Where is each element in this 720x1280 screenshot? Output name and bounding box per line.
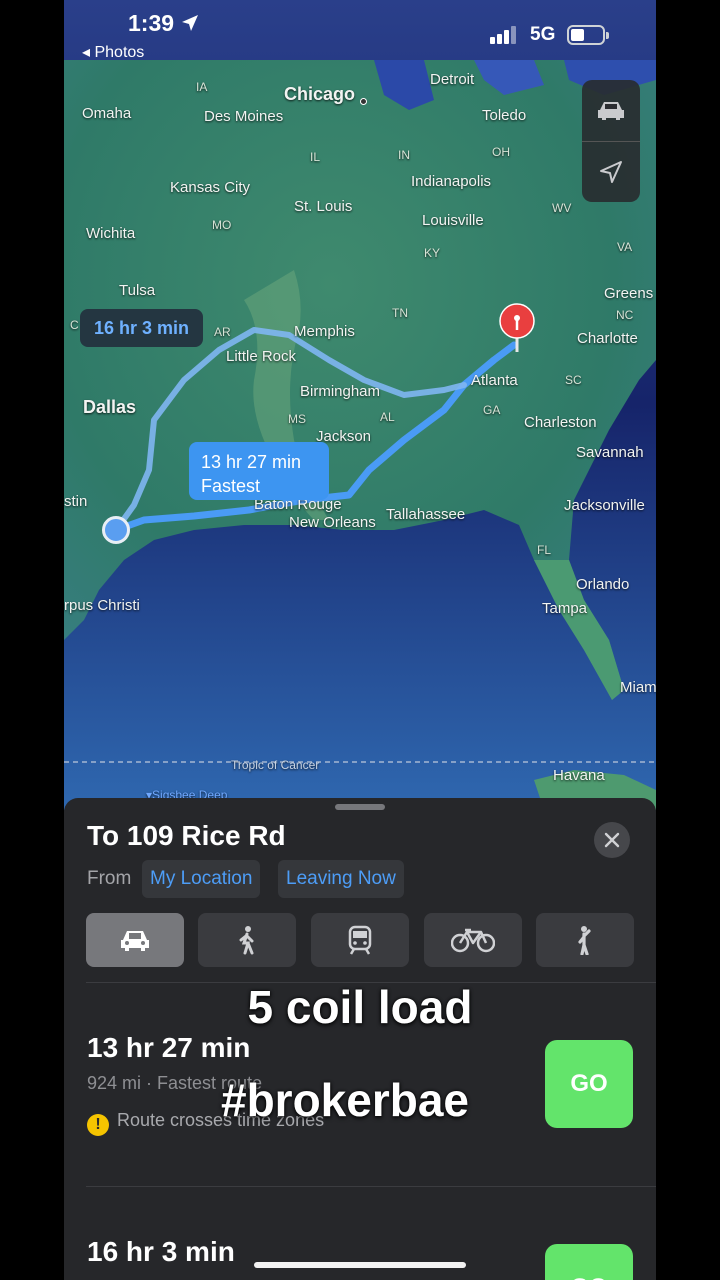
origin-marker[interactable] [102,516,130,544]
state-label-wv: WV [552,201,572,215]
city-label-omaha: Omaha [82,105,132,122]
state-label-ms: MS [288,412,306,426]
city-dot [360,98,367,105]
city-label-austin: stin [64,493,88,510]
city-label-havana: Havana [553,767,605,784]
divider [86,1186,656,1187]
tropic-of-cancer-label: Tropic of Cancer [231,758,320,772]
route-1-time: 13 hr 27 min [87,1032,251,1063]
transit-icon [348,925,372,955]
close-icon [604,832,620,848]
bike-icon [451,928,495,953]
home-indicator[interactable] [254,1262,466,1268]
state-label-in: IN [398,148,410,162]
caption-line-1: 5 coil load [247,981,473,1033]
close-button[interactable] [594,822,630,858]
city-label-miami: Miam [620,679,656,696]
state-label-oh: OH [492,145,510,159]
city-label-toledo: Toledo [482,107,527,124]
city-label-charleston: Charleston [524,414,597,431]
fastest-route-label: Fastest [201,476,261,496]
mode-walk[interactable] [198,913,296,967]
city-label-memphis: Memphis [294,323,355,340]
city-label-tallahassee: Tallahassee [386,506,466,523]
state-label-ia: IA [196,80,208,94]
city-label-little-rock: Little Rock [226,348,297,365]
route-2-go-button[interactable]: GO [545,1244,633,1280]
city-label-birmingham: Birmingham [300,383,381,400]
rideshare-icon [578,926,591,955]
cellular-signal-icon [490,26,516,44]
state-label-nc: NC [616,308,634,322]
city-label-louisville: Louisville [422,212,484,229]
sheet-grabber[interactable] [335,804,385,810]
mode-cycle[interactable] [424,913,522,967]
city-label-detroit: Detroit [430,71,475,88]
city-label-orlando: Orlando [576,576,630,593]
city-label-charlotte: Charlotte [577,330,638,347]
mode-transit[interactable] [311,913,409,967]
city-label-greensboro: Greens [604,285,654,302]
walk-icon [239,926,254,955]
battery-level [571,29,584,41]
state-label-fl: FL [537,543,552,557]
city-label-des-moines: Des Moines [204,108,284,125]
from-label: From [87,868,132,889]
state-label-ar: AR [214,325,231,339]
status-time: 1:39 [128,10,200,37]
state-label-ga: GA [483,403,501,417]
status-time-text: 1:39 [128,10,175,36]
status-bar: 1:39 ◂ Photos 5G [64,0,656,64]
city-label-tulsa: Tulsa [119,282,156,299]
fastest-route-time: 13 hr 27 min [201,452,302,472]
alt-route-callout[interactable]: 16 hr 3 min [80,309,204,347]
state-label-mo: MO [212,218,232,232]
city-label-jacksonville: Jacksonville [564,497,645,514]
state-label-tn: TN [392,306,408,320]
car-icon [598,102,624,120]
destination-title: To 109 Rice Rd [87,820,286,851]
map-mode-button[interactable] [582,80,640,140]
locate-button[interactable] [582,142,640,202]
map-controls [582,80,640,202]
state-label-il: IL [310,150,321,164]
map-view[interactable]: IA IL IN OH MO KY WV VA TN NC AR SC MS A… [64,0,656,810]
car-icon [121,931,149,951]
mode-rideshare[interactable] [536,913,634,967]
city-label-atlanta: Atlanta [471,372,518,389]
state-label-va: VA [617,240,633,254]
route-2-time: 16 hr 3 min [87,1236,235,1267]
destination-pin-icon[interactable] [498,302,536,354]
departure-time-chip[interactable]: Leaving Now [278,860,404,898]
location-services-icon [182,15,199,31]
city-label-corpus-christi: rpus Christi [64,597,140,614]
caption-line-2: #brokerbae [220,1074,469,1126]
city-label-dallas: Dallas [83,397,137,417]
map-canvas [64,0,656,810]
from-location-chip[interactable]: My Location [142,860,261,898]
maps-screen: IA IL IN OH MO KY WV VA TN NC AR SC MS A… [64,0,656,1280]
back-to-photos[interactable]: ◂ Photos [82,42,144,62]
transport-modes [86,913,634,969]
city-label-new-orleans: New Orleans [289,514,376,531]
battery-icon [567,25,609,45]
state-label-ky: KY [424,246,441,260]
directions-sheet[interactable]: To 109 Rice Rd From My Location Leaving … [64,798,656,1280]
state-label-al: AL [380,410,395,424]
city-label-tampa: Tampa [542,600,588,617]
battery-nub [606,32,609,39]
city-label-wichita: Wichita [86,225,136,242]
city-label-kansas-city: Kansas City [170,179,251,196]
city-label-savannah: Savannah [576,444,644,461]
city-label-st-louis: St. Louis [294,198,353,215]
back-label: Photos [94,44,145,61]
mode-drive[interactable] [86,913,184,967]
location-arrow-icon [600,161,622,183]
network-type: 5G [530,24,556,45]
city-label-chicago: Chicago [284,84,356,104]
fastest-route-callout[interactable]: 13 hr 27 min Fastest [189,442,329,500]
city-label-indianapolis: Indianapolis [411,173,492,190]
state-label-sc: SC [565,373,582,387]
state-label-ok: C [70,318,79,332]
